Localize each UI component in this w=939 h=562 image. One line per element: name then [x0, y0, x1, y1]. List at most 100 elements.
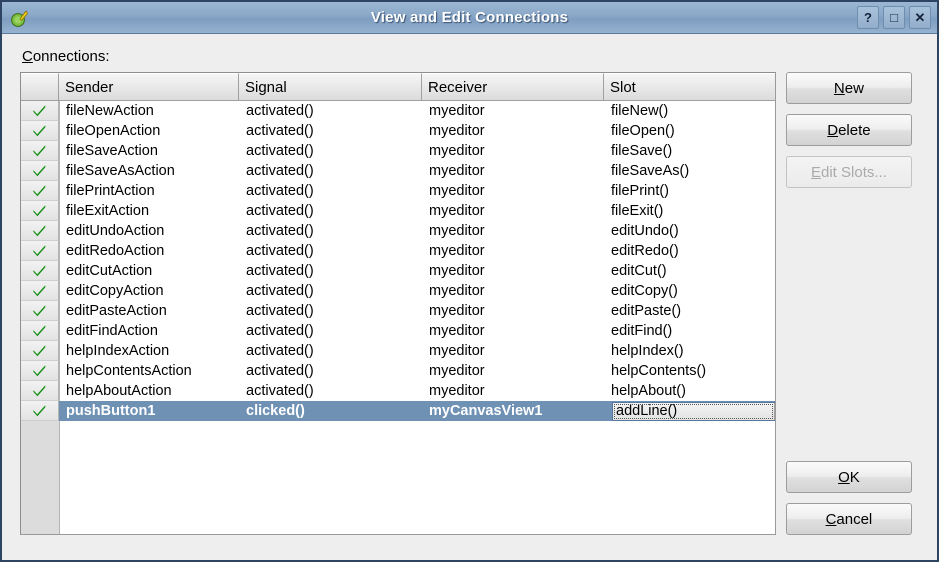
cell-sender: filePrintAction — [66, 183, 155, 199]
table-row[interactable]: filePrintAction activated() myeditor filePr… — [21, 181, 775, 201]
cell-signal: activated() — [246, 123, 314, 139]
checkmark-icon — [33, 125, 46, 137]
cell-signal: clicked() — [246, 403, 305, 419]
side-button-column: New Delete Edit Slots... OK Cancel — [785, 72, 923, 535]
cell-slot: editPaste() — [611, 303, 682, 319]
row-enabled-checkbox[interactable] — [21, 181, 59, 201]
row-enabled-checkbox[interactable] — [21, 401, 59, 421]
row-enabled-checkbox[interactable] — [21, 201, 59, 221]
checkmark-icon — [33, 185, 46, 197]
ok-button-mnemonic: O — [838, 468, 850, 486]
cell-signal: activated() — [246, 323, 314, 339]
cell-sender: editFindAction — [66, 323, 158, 339]
checkmark-icon — [33, 325, 46, 337]
row-enabled-checkbox[interactable] — [21, 221, 59, 241]
table-row[interactable]: editCutAction activated() myeditor editCut(… — [21, 261, 775, 281]
row-enabled-checkbox[interactable] — [21, 261, 59, 281]
table-row[interactable]: editUndoAction activated() myeditor editUnd… — [21, 221, 775, 241]
table-row-selected[interactable]: pushButton1 clicked() myCanvasView1 addLine… — [21, 401, 775, 421]
cell-sender: pushButton1 — [66, 403, 156, 419]
row-enabled-checkbox[interactable] — [21, 121, 59, 141]
maximize-button[interactable]: □ — [883, 6, 905, 29]
cell-signal: activated() — [246, 103, 314, 119]
cell-slot: addLine() — [604, 401, 775, 421]
chevron-down-icon[interactable] — [774, 402, 775, 420]
table-header-receiver[interactable]: Receiver — [422, 73, 604, 101]
table-row[interactable]: fileOpenAction activated() myeditor fileOpe… — [21, 121, 775, 141]
cell-signal: activated() — [246, 223, 314, 239]
cell-sender: fileNewAction — [66, 103, 154, 119]
table-header-signal[interactable]: Signal — [239, 73, 422, 101]
slot-combobox[interactable]: addLine() — [612, 401, 775, 421]
table-row[interactable]: editCopyAction activated() myeditor editCop… — [21, 281, 775, 301]
table-header-corner — [21, 73, 59, 101]
row-enabled-checkbox[interactable] — [21, 321, 59, 341]
row-enabled-checkbox[interactable] — [21, 281, 59, 301]
cell-receiver: myeditor — [429, 383, 485, 399]
table-body: fileNewAction activated() myeditor fileNew(… — [21, 101, 775, 534]
table-header-slot[interactable]: Slot — [604, 73, 775, 101]
row-enabled-checkbox[interactable] — [21, 161, 59, 181]
slot-combobox-value[interactable]: addLine() — [613, 402, 774, 420]
table-row[interactable]: editPasteAction activated() myeditor editPa… — [21, 301, 775, 321]
table-row[interactable]: editRedoAction activated() myeditor editRed… — [21, 241, 775, 261]
cell-receiver: myeditor — [429, 123, 485, 139]
cell-receiver: myeditor — [429, 103, 485, 119]
cell-receiver: myeditor — [429, 243, 485, 259]
row-enabled-checkbox[interactable] — [21, 361, 59, 381]
cell-sender: editCutAction — [66, 263, 153, 279]
cancel-button[interactable]: Cancel — [785, 503, 912, 535]
checkmark-icon — [33, 265, 46, 277]
cell-receiver: myeditor — [429, 263, 485, 279]
checkmark-icon — [33, 165, 46, 177]
ok-button[interactable]: OK — [785, 461, 912, 493]
cell-signal: activated() — [246, 143, 314, 159]
connections-table[interactable]: Sender Signal Receiver Slot fileNewActio… — [20, 72, 776, 535]
cell-sender: helpAboutAction — [66, 383, 172, 399]
main-area: Sender Signal Receiver Slot fileNewActio… — [20, 72, 923, 535]
new-button-mnemonic: N — [833, 79, 845, 97]
table-rows: fileNewAction activated() myeditor fileNew(… — [21, 101, 775, 421]
table-row[interactable]: fileNewAction activated() myeditor fileNew(… — [21, 101, 775, 121]
cell-slot: fileNew() — [611, 103, 669, 119]
cell-slot: editUndo() — [611, 223, 679, 239]
delete-button[interactable]: Delete — [785, 114, 912, 146]
window-controls: ? □ ✕ — [857, 6, 931, 29]
row-enabled-checkbox[interactable] — [21, 381, 59, 401]
row-enabled-checkbox[interactable] — [21, 141, 59, 161]
new-button[interactable]: New — [785, 72, 912, 104]
cell-slot: fileSave() — [611, 143, 673, 159]
row-enabled-checkbox[interactable] — [21, 241, 59, 261]
cell-sender: editCopyAction — [66, 283, 164, 299]
table-row[interactable]: helpAboutAction activated() myeditor helpAb… — [21, 381, 775, 401]
cell-receiver: myeditor — [429, 323, 485, 339]
cell-signal: activated() — [246, 343, 314, 359]
table-row[interactable]: fileExitAction activated() myeditor fileExi… — [21, 201, 775, 221]
row-enabled-checkbox[interactable] — [21, 101, 59, 121]
cell-receiver: myeditor — [429, 303, 485, 319]
side-spacer — [786, 198, 923, 461]
edit-slots-button-label: dit Slots... — [821, 163, 887, 181]
table-row[interactable]: helpContentsAction activated() myeditor hel… — [21, 361, 775, 381]
cell-sender: helpIndexAction — [66, 343, 170, 359]
cell-receiver: myeditor — [429, 283, 485, 299]
table-row[interactable]: editFindAction activated() myeditor editFin… — [21, 321, 775, 341]
row-enabled-checkbox[interactable] — [21, 301, 59, 321]
close-button[interactable]: ✕ — [909, 6, 931, 29]
table-header-sender[interactable]: Sender — [59, 73, 239, 101]
connections-label-mnemonic: C — [22, 48, 33, 65]
qt-logo-icon — [6, 6, 32, 30]
row-enabled-checkbox[interactable] — [21, 341, 59, 361]
cell-sender: editPasteAction — [66, 303, 167, 319]
table-row[interactable]: fileSaveAction activated() myeditor fileSav… — [21, 141, 775, 161]
cell-slot: helpIndex() — [611, 343, 684, 359]
cell-receiver: myeditor — [429, 223, 485, 239]
checkmark-icon — [33, 385, 46, 397]
cell-receiver: myeditor — [429, 143, 485, 159]
cell-slot: helpAbout() — [611, 383, 686, 399]
checkmark-icon — [33, 105, 46, 117]
table-row[interactable]: fileSaveAsAction activated() myeditor fileS… — [21, 161, 775, 181]
cell-receiver: myCanvasView1 — [429, 403, 543, 419]
help-button[interactable]: ? — [857, 6, 879, 29]
table-row[interactable]: helpIndexAction activated() myeditor helpIn… — [21, 341, 775, 361]
